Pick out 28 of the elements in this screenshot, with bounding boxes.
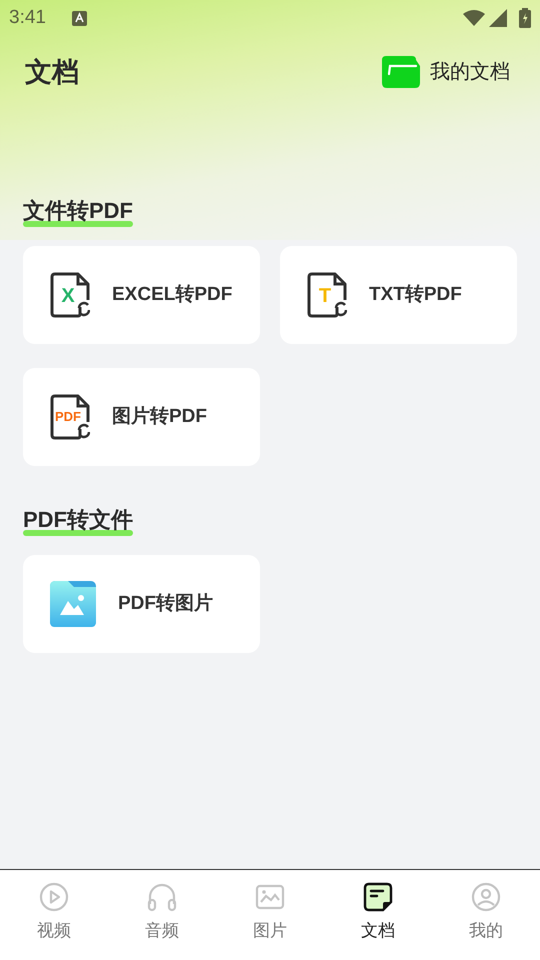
section-title: PDF转文件	[23, 507, 133, 532]
headphones-icon	[147, 882, 177, 912]
card-label: 图片转PDF	[112, 404, 207, 429]
image-folder-icon	[50, 581, 96, 627]
signal-icon	[489, 9, 507, 27]
folder-icon[interactable]	[382, 56, 420, 88]
convert-card[interactable]: PDF 图片转PDF	[23, 368, 260, 466]
card-label: EXCEL转PDF	[112, 282, 232, 307]
convert-card[interactable]: X EXCEL转PDF	[23, 246, 260, 344]
user-icon	[471, 882, 501, 912]
image-icon	[255, 882, 285, 912]
nav-tab[interactable]: 文档	[324, 882, 432, 960]
nav-tab[interactable]: 音频	[108, 882, 216, 960]
nav-tab[interactable]: 视频	[0, 882, 108, 960]
nav-tab[interactable]: 图片	[216, 882, 324, 960]
section-title: 文件转PDF	[23, 198, 133, 223]
wifi-icon	[463, 10, 485, 26]
note-icon	[363, 882, 393, 912]
nav-tab[interactable]: 我的	[432, 882, 540, 960]
page-title: 文档	[25, 56, 79, 89]
convert-card[interactable]: PDF转图片	[23, 555, 260, 653]
status-time: 3:41	[9, 6, 46, 30]
card-label: TXT转PDF	[369, 282, 462, 307]
card-label: PDF转图片	[118, 592, 213, 616]
play-icon	[39, 882, 69, 912]
my-documents-link[interactable]: 我的文档	[430, 57, 510, 87]
convert-card[interactable]: T TXT转PDF	[280, 246, 517, 344]
battery-icon	[519, 8, 531, 28]
